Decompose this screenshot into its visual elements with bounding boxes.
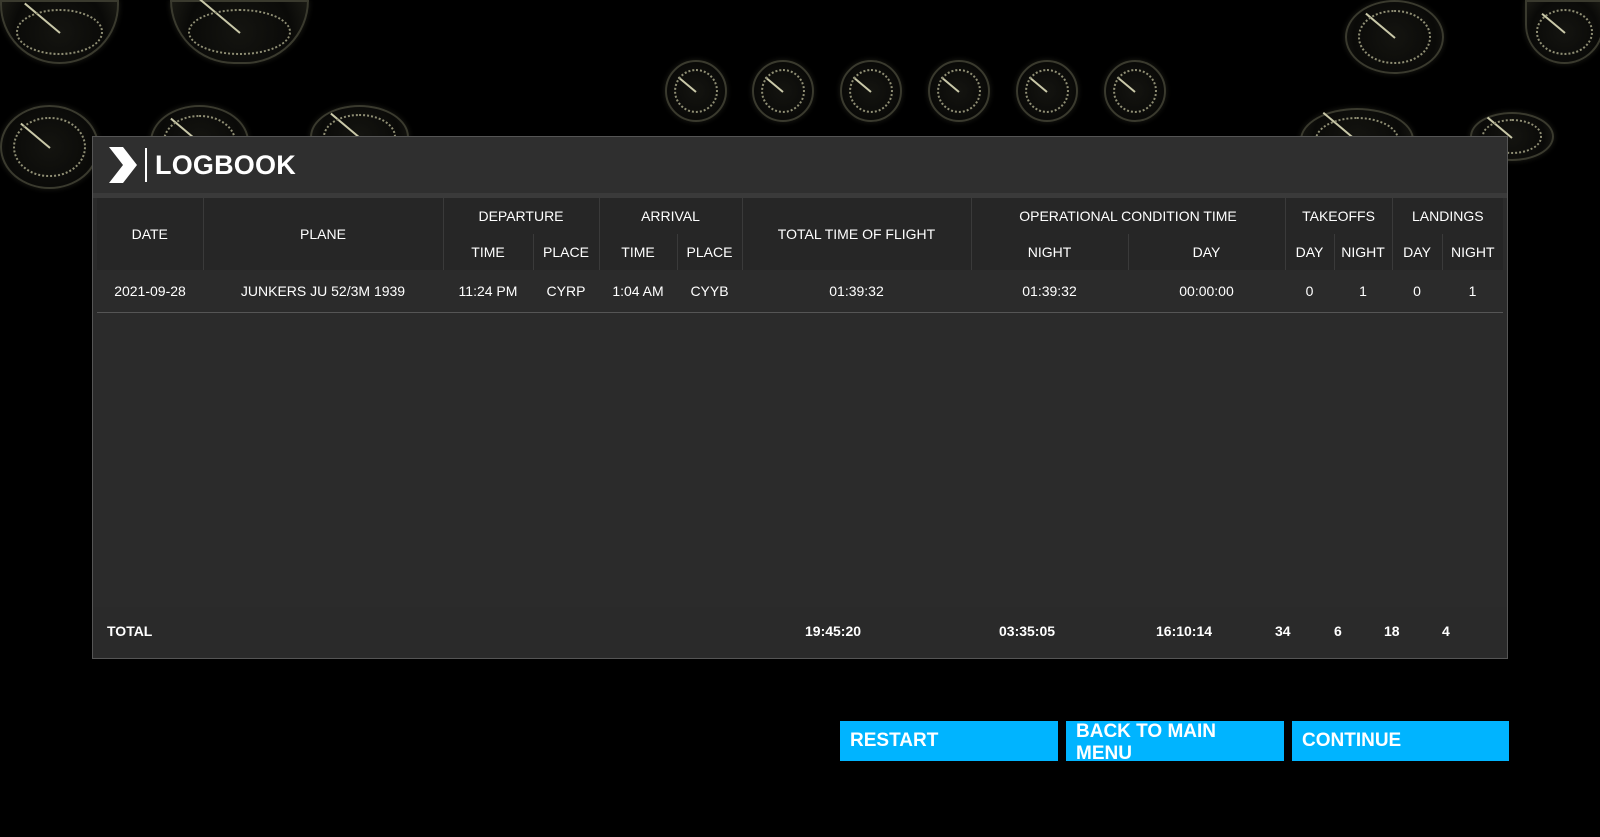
col-header-total-time: TOTAL TIME OF FLIGHT <box>742 198 972 270</box>
cell-plane: JUNKERS JU 52/3M 1939 <box>203 270 443 313</box>
totals-to-night: 6 <box>1334 623 1342 639</box>
col-header-op-day: DAY <box>1128 234 1286 270</box>
col-header-arr-place: PLACE <box>677 234 743 270</box>
logbook-panel: LOGBOOK DATE PLANE DEPARTURE ARRIVAL TOT… <box>92 136 1508 659</box>
speed-gauge-icon <box>1345 0 1444 74</box>
col-header-to-night: NIGHT <box>1334 234 1393 270</box>
clock-gauge-icon <box>1016 60 1078 122</box>
cell-ld-night: 1 <box>1442 270 1504 313</box>
col-header-ld-night: NIGHT <box>1442 234 1504 270</box>
logbook-screen: LOGBOOK DATE PLANE DEPARTURE ARRIVAL TOT… <box>0 0 1600 837</box>
page-title: LOGBOOK <box>155 149 296 180</box>
cell-to-day: 0 <box>1285 270 1335 313</box>
continue-button[interactable]: CONTINUE <box>1292 721 1509 761</box>
gauge-icon <box>1525 0 1600 64</box>
panel-header: LOGBOOK <box>93 137 1507 198</box>
altimeter-gauge-icon <box>0 105 99 189</box>
col-header-ld-day: DAY <box>1392 234 1443 270</box>
col-header-operational: OPERATIONAL CONDITION TIME <box>971 198 1286 234</box>
col-header-departure: DEPARTURE <box>443 198 600 234</box>
totals-row: TOTAL 19:45:20 03:35:05 16:10:14 34 6 18… <box>93 607 1507 657</box>
table-row[interactable]: 2021-09-28 JUNKERS JU 52/3M 1939 11:24 P… <box>97 270 1504 313</box>
clock-gauge-icon <box>928 60 990 122</box>
col-header-to-day: DAY <box>1285 234 1335 270</box>
col-header-dep-time: TIME <box>443 234 534 270</box>
cell-ld-day: 0 <box>1392 270 1443 313</box>
cell-op-night: 01:39:32 <box>971 270 1128 313</box>
totals-op-day: 16:10:14 <box>1156 623 1213 639</box>
clock-gauge-icon <box>1104 60 1166 122</box>
col-header-arr-time: TIME <box>599 234 678 270</box>
totals-ld-day: 18 <box>1384 623 1400 639</box>
restart-button[interactable]: RESTART <box>840 721 1058 761</box>
col-header-arrival: ARRIVAL <box>599 198 743 234</box>
horizon-gauge-icon <box>0 0 119 64</box>
cell-arr-place: CYYB <box>677 270 742 313</box>
col-header-op-night: NIGHT <box>971 234 1129 270</box>
cell-date: 2021-09-28 <box>97 270 203 313</box>
cell-dep-place: CYRP <box>533 270 599 313</box>
cell-to-night: 1 <box>1334 270 1393 313</box>
airspeed-gauge-icon <box>665 60 727 122</box>
table-header-row: DATE PLANE DEPARTURE ARRIVAL TOTAL TIME … <box>97 198 1504 270</box>
col-header-date: DATE <box>97 198 204 270</box>
chevron-right-icon <box>109 147 137 183</box>
col-header-takeoffs: TAKEOFFS <box>1285 198 1393 234</box>
totals-total-time: 19:45:20 <box>805 623 862 639</box>
col-header-landings: LANDINGS <box>1392 198 1504 234</box>
cell-op-day: 00:00:00 <box>1128 270 1286 313</box>
title-divider <box>145 148 147 182</box>
airspeed-gauge-icon <box>840 60 902 122</box>
totals-op-night: 03:35:05 <box>999 623 1056 639</box>
totals-to-day: 34 <box>1275 623 1291 639</box>
cell-arr-time: 1:04 AM <box>599 270 677 313</box>
back-to-main-menu-button[interactable]: BACK TO MAIN MENU <box>1066 721 1284 764</box>
col-header-plane: PLANE <box>203 198 444 270</box>
horizon-gauge-icon <box>170 0 309 64</box>
airspeed-gauge-icon <box>752 60 814 122</box>
logbook-table: DATE PLANE DEPARTURE ARRIVAL TOTAL TIME … <box>97 198 1504 313</box>
totals-ld-night: 4 <box>1442 623 1450 639</box>
cell-dep-time: 11:24 PM <box>443 270 533 313</box>
col-header-dep-place: PLACE <box>533 234 600 270</box>
cell-total-time: 01:39:32 <box>742 270 971 313</box>
totals-label: TOTAL <box>107 623 153 639</box>
